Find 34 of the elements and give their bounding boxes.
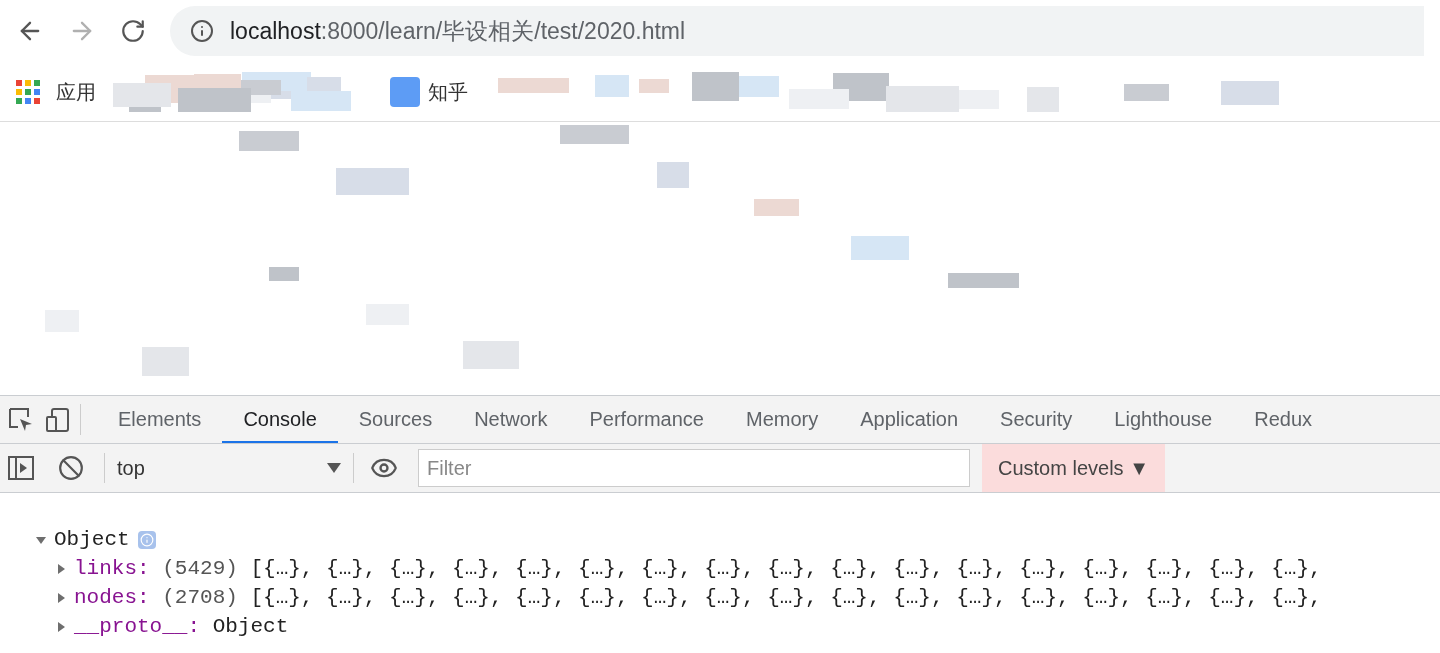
devtools-tab[interactable]: Memory [725,396,840,443]
devtools-tab[interactable]: Lighthouse [1093,396,1234,443]
caret-icon [327,463,341,473]
info-badge-icon [137,530,156,549]
inspect-element-icon[interactable] [8,406,34,433]
devtools-tab[interactable]: Network [453,396,569,443]
bookmark-favicon-icon [390,76,420,107]
levels-dropdown[interactable]: Custom levels ▼ [982,444,1165,492]
bookmark-item[interactable]: 知乎 [390,76,468,107]
devtools-tab[interactable]: Sources [337,396,454,443]
reload-icon[interactable] [120,18,146,44]
sidebar-toggle-icon[interactable] [8,456,34,480]
object-property[interactable]: nodes: (2708) [{…}, {…}, {…}, {…}, {…}, {…}, {…}, {…}, {…}, {…}, {…}, {…}, {…}, {…}, {…}, {…}, {…}, [74,583,1322,612]
devtools-tab[interactable]: Performance [568,396,725,443]
object-label[interactable]: Object [54,525,130,554]
devtools-tab[interactable]: Redux [1233,396,1333,443]
info-icon[interactable] [190,19,214,43]
expand-triangle-icon[interactable] [56,592,66,603]
context-select[interactable]: top [104,453,354,483]
filter-field[interactable]: Filter [418,449,970,487]
device-toolbar-icon[interactable] [46,406,72,433]
devtools-tab[interactable]: Application [839,396,980,443]
apps-grid-icon [16,79,40,104]
devtools-tab[interactable]: Security [979,396,1094,443]
object-property[interactable]: links: (5429) [{…}, {…}, {…}, {…}, {…}, {…}, {…}, {…}, {…}, {…}, {…}, {…}, {…}, {…}, {…}, {…}, {…}, [74,554,1322,583]
url-text: localhost:8000/learn/毕设相关/test/2020.html [230,16,686,46]
object-property[interactable]: __proto__: Object [74,612,289,641]
expand-triangle-icon[interactable] [56,621,66,632]
devtools-tab[interactable]: Elements [97,396,223,443]
bookmark-item[interactable]: 应用 [16,76,96,107]
clear-console-icon[interactable] [58,455,84,481]
address-bar[interactable]: localhost:8000/learn/毕设相关/test/2020.html [170,6,1424,56]
expand-triangle-icon[interactable] [56,563,66,574]
collapse-triangle-icon[interactable] [36,534,46,545]
